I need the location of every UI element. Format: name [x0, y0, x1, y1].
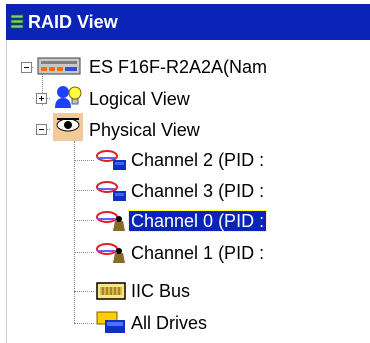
tree-connector	[74, 141, 75, 323]
tree-node-all-drives[interactable]: All Drives	[129, 307, 209, 339]
tree-node-physical-view[interactable]: Physical View	[87, 114, 202, 146]
raid-tree[interactable]: ES F16F-R2A2A(Nam Logical View Physical …	[6, 40, 370, 343]
tree-node-iic-bus[interactable]: IIC Bus	[129, 275, 192, 307]
collapse-toggle[interactable]	[36, 124, 47, 135]
channel-icon	[96, 150, 126, 170]
channel-host-icon	[96, 211, 125, 231]
raid-view-panel: RAID View ES F16F-R2A2A(Nam Logical View…	[0, 0, 370, 343]
panel-titlebar: RAID View	[6, 4, 370, 40]
channel-host-icon	[96, 243, 125, 263]
panel-title: RAID View	[28, 12, 118, 32]
tree-connector	[74, 323, 94, 324]
all-drives-icon	[96, 311, 125, 333]
tree-node-channel[interactable]: Channel 2 (PID :	[129, 144, 266, 176]
logical-view-icon	[55, 86, 82, 108]
tree-connector	[74, 252, 94, 253]
tree-node-channel[interactable]: Channel 1 (PID :	[129, 237, 266, 269]
collapse-toggle[interactable]	[21, 62, 32, 73]
iic-bus-icon	[96, 282, 126, 300]
expand-toggle[interactable]	[36, 93, 47, 104]
tree-connector	[74, 190, 94, 191]
tree-node-channel[interactable]: Channel 3 (PID :	[129, 175, 266, 207]
tree-node-channel-selected[interactable]: Channel 0 (PID :	[127, 205, 268, 237]
raid-stack-icon	[10, 14, 24, 29]
tree-connector	[74, 220, 94, 221]
tree-connector	[74, 160, 94, 161]
tree-node-logical-view[interactable]: Logical View	[87, 83, 192, 115]
tree-node-root[interactable]: ES F16F-R2A2A(Nam	[87, 51, 269, 83]
channel-icon	[96, 181, 126, 201]
physical-view-icon	[53, 113, 83, 141]
tree-connector	[74, 291, 94, 292]
raid-controller-icon	[37, 57, 81, 75]
